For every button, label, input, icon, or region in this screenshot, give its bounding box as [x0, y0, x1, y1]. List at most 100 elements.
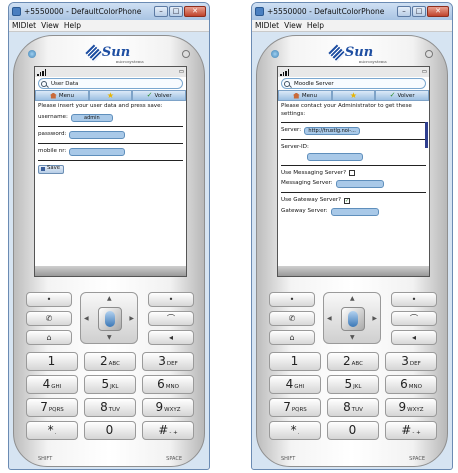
key-8[interactable]: 8 TUV	[84, 398, 136, 417]
end-key[interactable]: ⌒	[391, 311, 437, 326]
end-key[interactable]: ⌒	[148, 311, 194, 326]
power-icon[interactable]	[425, 50, 433, 58]
key-5[interactable]: 5 JKL	[84, 375, 136, 394]
save-label: Save	[47, 165, 61, 172]
menu-help[interactable]: Help	[64, 21, 81, 30]
key-6[interactable]: 6 MNO	[142, 375, 194, 394]
phone-body: Sun microsystems ▭ User Data Menu ★ ✓ Vo…	[13, 35, 205, 467]
divider	[281, 122, 426, 124]
maximize-button[interactable]: □	[412, 6, 426, 17]
home-key[interactable]: ⌂	[269, 330, 315, 345]
nav-tabs: Menu ★ ✓ Volver	[278, 90, 429, 101]
server-label: Server:	[281, 127, 302, 134]
menu-view[interactable]: View	[41, 21, 59, 30]
menu-midlet[interactable]: MIDlet	[255, 21, 279, 30]
key-star[interactable]: *.	[269, 421, 321, 440]
right-soft-key[interactable]: •	[391, 292, 437, 307]
key-1[interactable]: 1	[26, 352, 78, 371]
minimize-button[interactable]: –	[397, 6, 411, 17]
favorites-tab[interactable]: ★	[331, 90, 376, 101]
key-2[interactable]: 2 ABC	[327, 352, 379, 371]
messaging-checkbox[interactable]	[349, 170, 356, 177]
right-soft-key[interactable]: •	[148, 292, 194, 307]
server-id-field[interactable]	[307, 152, 363, 161]
power-icon[interactable]	[182, 50, 190, 58]
shift-label: SHIFT	[38, 456, 53, 462]
menu-tab[interactable]: Menu	[35, 90, 89, 101]
backspace-icon: ◂	[411, 333, 416, 342]
save-button[interactable]: Save	[38, 164, 64, 174]
key-3[interactable]: 3 DEF	[142, 352, 194, 371]
left-arrow-icon[interactable]: ◀	[327, 315, 332, 322]
back-tab[interactable]: ✓ Volver	[375, 90, 429, 101]
key-star[interactable]: *.	[26, 421, 78, 440]
left-soft-key[interactable]: •	[269, 292, 315, 307]
left-arrow-icon[interactable]: ◀	[84, 315, 89, 322]
star-icon: ★	[106, 90, 115, 100]
close-button[interactable]: ✕	[184, 6, 206, 17]
home-icon	[49, 92, 57, 99]
select-key[interactable]	[98, 307, 122, 331]
key-6[interactable]: 6 MNO	[385, 375, 437, 394]
back-tab-label: Volver	[154, 92, 172, 99]
username-field[interactable]: admin	[70, 113, 113, 122]
key-8[interactable]: 8 TUV	[327, 398, 379, 417]
key-4[interactable]: 4 GHI	[269, 375, 321, 394]
server-field[interactable]: http://trustlg.noi-...	[304, 127, 361, 136]
minimize-button[interactable]: –	[154, 6, 168, 17]
key-hash[interactable]: # - +	[142, 421, 194, 440]
messaging-server-label: Messaging Server:	[281, 180, 333, 187]
right-arrow-icon[interactable]: ▶	[372, 315, 377, 322]
clear-key[interactable]: ◂	[391, 330, 437, 345]
key-labels: SHIFT SPACE	[26, 456, 194, 462]
menu-view[interactable]: View	[284, 21, 302, 30]
screen-title-box: Moodle Server	[281, 78, 426, 89]
key-2[interactable]: 2 ABC	[84, 352, 136, 371]
key-0[interactable]: 0	[327, 421, 379, 440]
key-9[interactable]: 9 WXYZ	[385, 398, 437, 417]
screen-title-box: User Data	[38, 78, 183, 89]
server-id-label: Server-ID:	[281, 144, 309, 151]
key-4[interactable]: 4 GHI	[26, 375, 78, 394]
down-arrow-icon[interactable]: ▼	[107, 334, 112, 341]
favorites-tab[interactable]: ★	[88, 90, 133, 101]
led-icon	[28, 50, 36, 58]
scrollbar[interactable]	[425, 122, 428, 148]
phone-screen: ▭ Moodle Server Menu ★ ✓ Volver Please c…	[277, 66, 430, 277]
key-3[interactable]: 3 DEF	[385, 352, 437, 371]
menu-midlet[interactable]: MIDlet	[12, 21, 36, 30]
up-arrow-icon[interactable]: ▲	[107, 295, 112, 302]
key-7[interactable]: 7 PQRS	[269, 398, 321, 417]
maximize-button[interactable]: □	[169, 6, 183, 17]
dpad[interactable]: ▲ ▼ ◀ ▶	[323, 292, 381, 344]
screen-title: Moodle Server	[294, 80, 334, 87]
key-7[interactable]: 7 PQRS	[26, 398, 78, 417]
password-field[interactable]	[69, 130, 126, 139]
up-arrow-icon[interactable]: ▲	[350, 295, 355, 302]
mobile-field[interactable]	[69, 147, 126, 156]
star-icon: ★	[349, 90, 358, 100]
right-arrow-icon[interactable]: ▶	[129, 315, 134, 322]
left-soft-key[interactable]: •	[26, 292, 72, 307]
battery-icon: ▭	[178, 69, 184, 75]
key-5[interactable]: 5 JKL	[327, 375, 379, 394]
gateway-checkbox[interactable]: ✓	[344, 197, 351, 204]
disk-icon	[41, 167, 45, 172]
close-button[interactable]: ✕	[427, 6, 449, 17]
down-arrow-icon[interactable]: ▼	[350, 334, 355, 341]
gateway-server-field[interactable]	[330, 207, 379, 216]
menu-tab[interactable]: Menu	[278, 90, 332, 101]
messaging-server-field[interactable]	[335, 180, 384, 189]
dpad[interactable]: ▲ ▼ ◀ ▶	[80, 292, 138, 344]
call-key[interactable]: ✆	[269, 311, 315, 326]
home-key[interactable]: ⌂	[26, 330, 72, 345]
key-hash[interactable]: # - +	[385, 421, 437, 440]
clear-key[interactable]: ◂	[148, 330, 194, 345]
key-1[interactable]: 1	[269, 352, 321, 371]
key-0[interactable]: 0	[84, 421, 136, 440]
menu-help[interactable]: Help	[307, 21, 324, 30]
back-tab[interactable]: ✓ Volver	[132, 90, 186, 101]
select-key[interactable]	[341, 307, 365, 331]
key-9[interactable]: 9 WXYZ	[142, 398, 194, 417]
call-key[interactable]: ✆	[26, 311, 72, 326]
